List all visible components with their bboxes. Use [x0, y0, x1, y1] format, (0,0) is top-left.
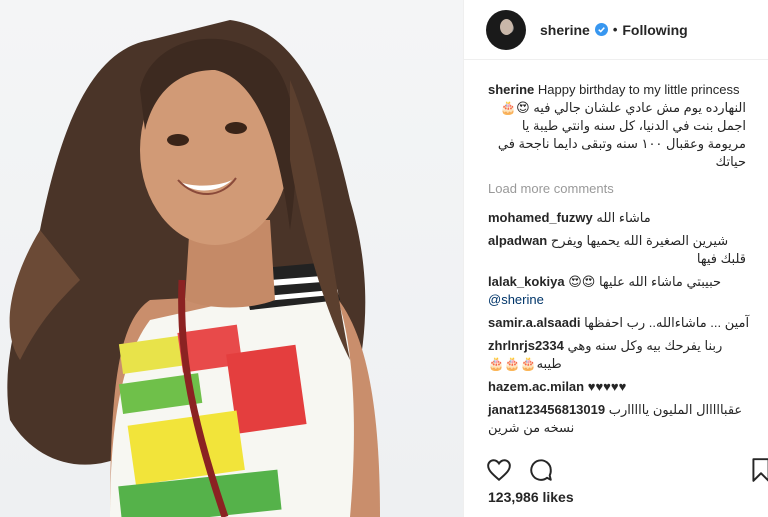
comment-item: lalak_kokiya حبيبتي ماشاء الله عليها 😍😍 …	[488, 273, 768, 309]
comment-item: samir.a.alsaadi آمين ... ماشاءالله.. رب …	[488, 314, 768, 332]
comments-list: sherine Happy birthday to my little prin…	[464, 61, 768, 441]
comment-item: janat123456813019 عقبااااال المليون يااا…	[488, 401, 768, 437]
comment-text: عقبااااال المليون يااااارب	[608, 402, 743, 417]
caption-arabic-line: مريومة وعقبال ١٠٠ سنه وتبقى دايما ناجحة …	[497, 136, 746, 151]
comment-username[interactable]: janat123456813019	[488, 402, 605, 417]
comment-text-line2: قلبك فيها	[696, 251, 746, 266]
caption-arabic-line: اجمل بنت في الدنيا، كل سنه وانتي طيبة يا	[521, 118, 746, 133]
comment-icon[interactable]	[528, 457, 554, 483]
caption-arabic-line: حياتك	[715, 154, 747, 169]
likes-count[interactable]: 123,986 likes	[488, 489, 574, 505]
load-more-comments-link[interactable]: Load more comments	[488, 180, 768, 198]
comment-item: hazem.ac.milan ♥♥♥♥♥	[488, 378, 768, 396]
author-username[interactable]: sherine	[540, 22, 590, 38]
avatar[interactable]	[486, 9, 526, 50]
caption-username[interactable]: sherine	[488, 82, 534, 97]
caption-arabic-line: النهارده يوم مش عادي علشان جالي فيه 😍🎂	[499, 100, 746, 115]
header-separator: •	[612, 22, 618, 37]
mention-link[interactable]: @sherine	[488, 292, 544, 307]
comment-text: آمين ... ماشاءالله.. رب احفظها	[584, 315, 750, 330]
comment-text-line2: نسخه من شرين	[488, 420, 575, 435]
comment-username[interactable]: hazem.ac.milan	[488, 379, 584, 394]
comment-item: alpadwan شيرين الصغيرة الله يحميها ويفرح…	[488, 232, 768, 268]
comment-username[interactable]: mohamed_fuzwy	[488, 210, 593, 225]
following-button[interactable]: Following	[622, 22, 687, 38]
comment-text: حبيبتي ماشاء الله عليها 😍😍	[568, 274, 722, 289]
bookmark-icon[interactable]	[748, 457, 768, 483]
girl-portrait-image	[7, 20, 380, 517]
instagram-post: sherine • Following sherine Happy birthd…	[0, 0, 768, 517]
comment-text: شيرين الصغيرة الله يحميها ويفرح	[550, 233, 729, 248]
comment-text: ♥♥♥♥♥	[587, 379, 627, 394]
heart-icon[interactable]	[486, 457, 512, 483]
comment-username[interactable]: lalak_kokiya	[488, 274, 565, 289]
comment-item: mohamed_fuzwy ماشاء الله	[488, 209, 768, 227]
caption-text-line1: Happy birthday to my little princess	[537, 82, 740, 97]
comment-text: ربنا يفرحك بيه وكل سنه وهي	[567, 338, 723, 353]
post-header: sherine • Following	[464, 0, 768, 60]
comment-username[interactable]: zhrlnrjs2334	[488, 338, 564, 353]
caption: sherine Happy birthday to my little prin…	[488, 81, 768, 171]
comment-username[interactable]: samir.a.alsaadi	[488, 315, 581, 330]
comment-text-line2: 🎂🎂🎂طيبه	[488, 356, 562, 371]
post-sidebar: sherine • Following sherine Happy birthd…	[463, 0, 768, 517]
comment-username[interactable]: alpadwan	[488, 233, 547, 248]
post-photo[interactable]	[0, 0, 463, 517]
verified-badge-icon	[594, 23, 608, 36]
comment-text: ماشاء الله	[596, 210, 651, 225]
action-bar	[464, 449, 768, 489]
comment-item: zhrlnrjs2334 ربنا يفرحك بيه وكل سنه وهي …	[488, 337, 768, 373]
